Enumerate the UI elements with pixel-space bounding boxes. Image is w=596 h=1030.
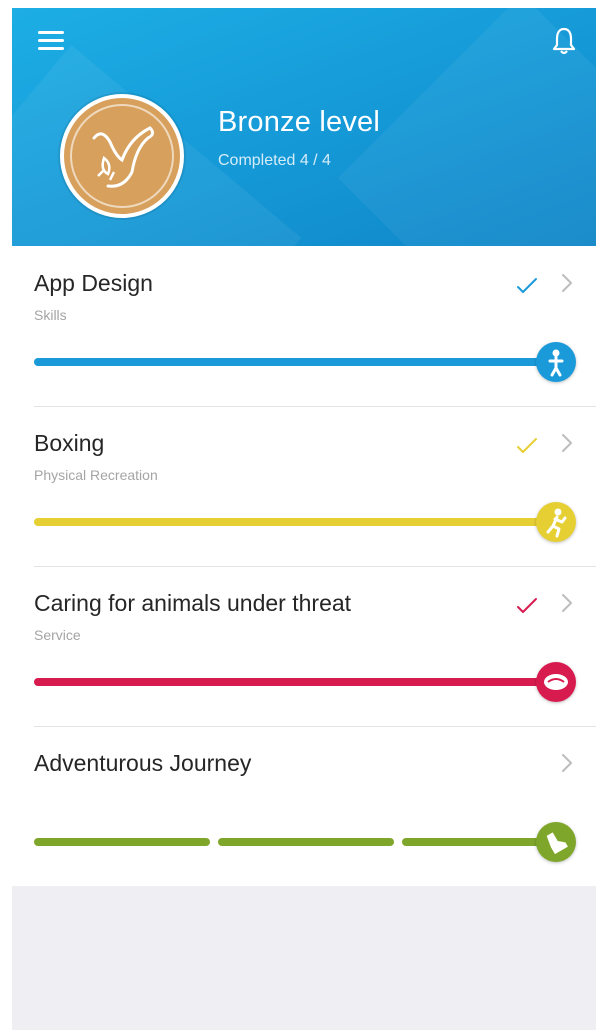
completion-status: Completed 4 / 4 — [218, 152, 331, 169]
activity-category: Physical Recreation — [34, 467, 158, 483]
level-title: Bronze level — [218, 106, 380, 138]
activity-category: Skills — [34, 307, 67, 323]
activity-category: Service — [34, 627, 81, 643]
activity-title: Caring for animals under threat — [34, 590, 352, 616]
chevron-right-icon[interactable] — [560, 752, 574, 774]
activity-item-caring-for-animals[interactable]: Caring for animals under threat Service — [12, 566, 596, 726]
bronze-badge-icon — [60, 94, 184, 218]
activity-item-app-design[interactable]: App Design Skills — [12, 246, 596, 406]
bell-icon[interactable] — [550, 26, 578, 56]
heart-hands-icon — [536, 662, 576, 702]
progress-segment — [402, 838, 554, 846]
boot-icon — [536, 822, 576, 862]
check-icon — [517, 598, 537, 613]
level-header: Bronze level Completed 4 / 4 — [12, 8, 596, 246]
app-screen: Bronze level Completed 4 / 4 App Design … — [12, 8, 596, 1030]
activity-list: App Design Skills Boxing Physical Recrea… — [12, 246, 596, 886]
progress-segment — [34, 838, 210, 846]
running-person-icon — [536, 502, 576, 542]
chevron-right-icon[interactable] — [560, 272, 574, 294]
chevron-right-icon[interactable] — [560, 592, 574, 614]
activity-item-boxing[interactable]: Boxing Physical Recreation — [12, 406, 596, 566]
check-icon — [517, 438, 537, 453]
progress-bar — [34, 358, 554, 366]
activity-title: App Design — [34, 270, 153, 296]
chevron-right-icon[interactable] — [560, 432, 574, 454]
progress-bar — [34, 518, 554, 526]
activity-title: Boxing — [34, 430, 105, 456]
activity-item-adventurous-journey[interactable]: Adventurous Journey — [12, 726, 596, 886]
hamburger-menu-icon[interactable] — [38, 28, 64, 54]
progress-bar — [34, 678, 554, 686]
check-icon — [517, 278, 537, 293]
activity-title: Adventurous Journey — [34, 750, 252, 776]
skills-person-icon — [536, 342, 576, 382]
progress-segment — [218, 838, 394, 846]
